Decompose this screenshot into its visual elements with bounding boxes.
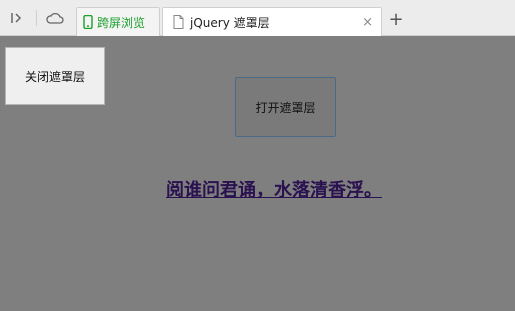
close-tab-icon[interactable]: × [362,15,373,30]
poem-link[interactable]: 阅谁问君诵，水落清香浮。 [166,176,382,202]
tab-label: 跨屏浏览 [97,15,146,30]
toolbar-divider [36,10,37,26]
open-mask-button[interactable]: 打开遮罩层 [235,77,336,137]
browser-tab-bar: 跨屏浏览 jQuery 遮罩层 × + [0,0,515,37]
phone-icon [83,15,93,29]
tab-jquery-mask[interactable]: jQuery 遮罩层 × [162,7,382,37]
sidebar-toggle-icon[interactable] [8,9,26,27]
tab-label: jQuery 遮罩层 [190,15,270,30]
new-tab-icon[interactable]: + [386,11,406,31]
page-icon [173,15,184,29]
page-content-overlay: 关闭遮罩层 打开遮罩层 阅谁问君诵，水落清香浮。 [0,36,515,311]
tab-kuaping[interactable]: 跨屏浏览 [76,7,160,36]
close-mask-button[interactable]: 关闭遮罩层 [5,47,105,105]
cloud-icon[interactable] [46,9,64,27]
